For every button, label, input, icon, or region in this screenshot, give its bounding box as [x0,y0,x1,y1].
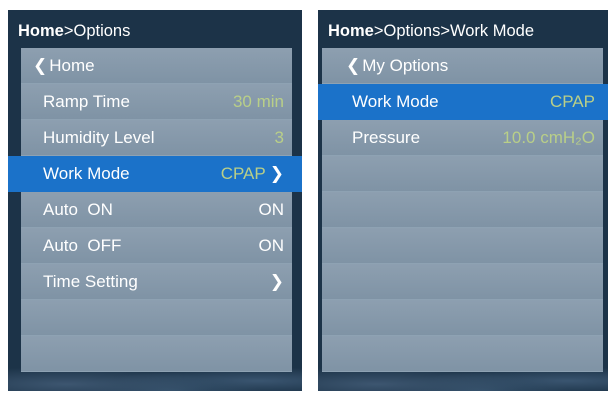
menu-item-value: CPAP [220,164,266,183]
breadcrumb-home[interactable]: Home [328,22,374,40]
chevron-left-icon: ❮ [346,56,361,75]
breadcrumb-path: >Options>Work Mode [373,22,535,40]
menu-item-work-mode[interactable]: Work Mode CPAP ❯ [8,156,302,192]
back-label: My Options [362,56,449,75]
empty-row [21,336,292,372]
chevron-right-icon: ❯ [269,272,284,291]
breadcrumb-home[interactable]: Home [18,22,64,40]
menu-item-label: Work Mode [43,164,130,183]
menu-item-value: ON [258,200,285,219]
breadcrumb: Home>Options [18,17,296,45]
back-label: Home [49,56,95,75]
menu-item-label: Auto OFF [43,236,122,255]
empty-row [322,336,603,372]
menu-item-value: 3 [274,128,284,147]
menu-item-pressure[interactable]: Pressure 10.0 cmH₂O [322,120,603,156]
work-mode-screen: Home>Options>Work Mode ❮ My Options Work … [318,10,608,391]
menu-item-value: 10.0 cmH₂O [502,128,595,147]
menu-item-humidity-level[interactable]: Humidity Level 3 [21,120,292,156]
options-menu: ❮ Home Ramp Time 30 min Humidity Level 3 … [8,48,302,372]
menu-item-value: CPAP [549,92,595,111]
menu-item-value-group: ❯ [266,264,284,299]
empty-row [322,192,603,228]
empty-row [322,228,603,264]
menu-item-value-group: CPAP ❯ [221,156,284,191]
options-screen: Home>Options ❮ Home Ramp Time 30 min Humi… [8,10,302,391]
menu-item-label: Ramp Time [43,92,130,111]
menu-item-value: ON [258,236,285,255]
menu-item-label: Time Setting [43,272,138,291]
menu-item-label: Pressure [352,128,421,147]
menu-item-time-setting[interactable]: Time Setting ❯ [21,264,292,300]
empty-row [21,300,292,336]
empty-row [322,264,603,300]
menu-item-ramp-time[interactable]: Ramp Time 30 min [21,84,292,120]
chevron-right-icon: ❯ [269,164,284,183]
menu-item-label: Work Mode [352,92,439,111]
menu-item-value: 30 min [232,92,284,111]
menu-item-auto-off[interactable]: Auto OFF ON [21,228,292,264]
menu-item-label: Humidity Level [43,128,155,147]
menu-item-label: Auto ON [43,200,113,219]
breadcrumb-path: >Options [63,22,131,40]
menu-item-work-mode[interactable]: Work Mode CPAP [318,84,608,120]
empty-row [322,156,603,192]
chevron-left-icon: ❮ [33,56,48,75]
work-mode-menu: ❮ My Options Work Mode CPAP Pressure 10.0… [318,48,608,372]
back-home-button[interactable]: ❮ Home [21,48,292,84]
back-my-options-button[interactable]: ❮ My Options [322,48,603,84]
menu-item-auto-on[interactable]: Auto ON ON [21,192,292,228]
empty-row [322,300,603,336]
breadcrumb: Home>Options>Work Mode [328,17,606,45]
